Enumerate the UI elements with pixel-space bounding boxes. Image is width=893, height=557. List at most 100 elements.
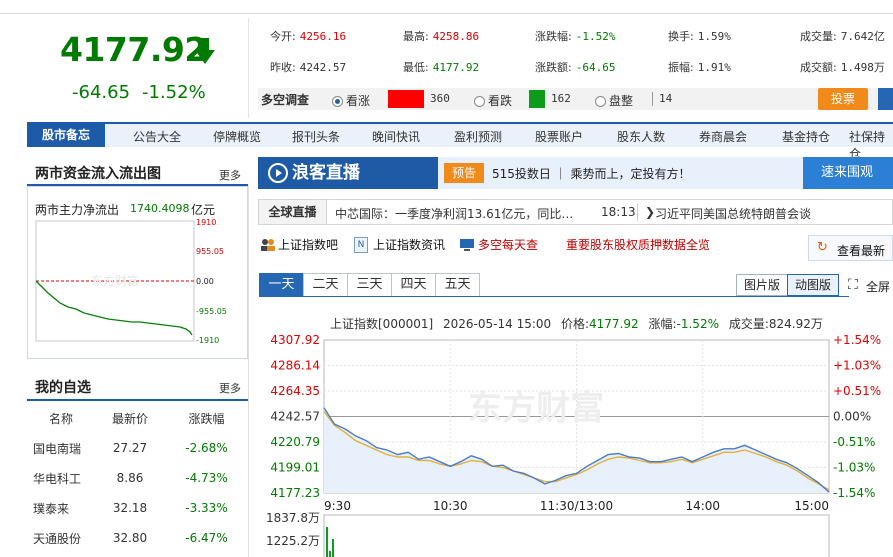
news-headline[interactable]: 中芯国际：一季度净利润13.61亿元，同比… [335, 205, 573, 222]
bear-bar [529, 90, 545, 108]
chart-vol-label: 成交量: [728, 317, 769, 331]
news-headline-2[interactable]: 习近平同美国总统特朗普会谈 [655, 205, 811, 222]
table-row[interactable]: 璞泰来 32.18 -3.33% [27, 493, 248, 523]
flow-label: 两市主力净流出 [35, 203, 120, 217]
fav-name[interactable]: 璞泰来 [27, 493, 95, 523]
fav-price: 32.80 [112, 531, 148, 545]
nav-title: 股市备忘 [27, 124, 105, 147]
down-arrow-icon [195, 38, 215, 64]
nav-item[interactable]: 股票账户 [535, 128, 583, 145]
nav-item[interactable]: 报刊头条 [292, 128, 340, 145]
y-tick-left: 4199.01 [270, 461, 320, 475]
live-logo-text: 浪客直播 [292, 163, 360, 183]
intraday-chart: 4307.92 +1.54% 4286.14 +1.03% 4264.35 +0.51% 4… [266, 333, 881, 557]
quote-field-value: -1.52% [575, 30, 616, 43]
y-tick-right: -1.03% [833, 461, 875, 475]
flow-tick-1: 955.05 [196, 247, 224, 256]
quote-field-label: 涨跌额: [535, 61, 572, 74]
fav-more-link[interactable]: 更多 [219, 380, 241, 396]
quote-field-label: 成交量: [800, 30, 837, 43]
live-cta[interactable]: 速来围观>> [803, 157, 893, 212]
quote-field: 最低: 4177.92 [403, 59, 479, 75]
y-tick-left: 4220.79 [270, 435, 320, 449]
flow-tick-2: 0.00 [196, 277, 214, 286]
bear-label: 看跌 [488, 94, 513, 108]
fav-body: 国电南瑞 27.27 -2.68% 华电科工 8.86 -4.73% 璞泰来 32.18 -3.… [27, 433, 248, 553]
radio-flat[interactable] [595, 96, 606, 107]
quote-field: 换手: 1.59% [668, 28, 731, 44]
volume-bar [332, 539, 334, 557]
tab-period[interactable]: 三天 [347, 273, 392, 297]
news-row: 全球直播 中芯国际：一季度净利润13.61亿元，同比… 18:13 ❯ 习近平同… [258, 199, 893, 225]
quote-field: 涨跌幅: -1.52% [535, 28, 615, 44]
y-tick-left: 4177.23 [270, 486, 320, 500]
fav-change: -4.73% [185, 471, 228, 485]
y-tick-right: -0.51% [833, 435, 875, 449]
vote-bear[interactable]: 看跌 [474, 92, 512, 109]
dyn-mode-button[interactable]: 动图版 [787, 274, 839, 296]
vote-bull[interactable]: 看涨 [332, 92, 370, 109]
nav-item[interactable]: 盈利预测 [454, 128, 502, 145]
quote-field: 昨收: 4242.57 [270, 59, 346, 75]
radio-bear[interactable] [474, 96, 485, 107]
live-banner[interactable]: 浪客直播 预告 515投数日 ｜ 乘势而上，定投有方！ 速来围观>> [258, 157, 893, 212]
nav-item[interactable]: 公告大全 [133, 128, 181, 145]
y-tick-left: 4264.35 [270, 384, 320, 398]
bull-count: 360 [430, 92, 450, 105]
quote-field: 振幅: 1.91% [668, 59, 731, 75]
fullscreen-icon[interactable]: ⛶ [848, 277, 858, 293]
fav-name[interactable]: 天通股份 [27, 523, 95, 553]
table-row[interactable]: 国电南瑞 27.27 -2.68% [27, 433, 248, 463]
tab-period[interactable]: 一天 [259, 273, 304, 297]
fullscreen-label[interactable]: 全屏 [866, 278, 890, 295]
chart-period-tabs: 一天 二天 三天 四天 五天 [259, 273, 480, 297]
vote-flat[interactable]: 盘整 [595, 92, 633, 109]
nav-item[interactable]: 晚间快讯 [372, 128, 420, 145]
index-change-pct: -1.52% [142, 82, 206, 103]
chart-chg-label: 涨幅: [648, 317, 677, 331]
live-logo: 浪客直播 [258, 157, 438, 189]
flow-panel: 两市主力净流出 1740.4098 亿元 东方财富 1910 955.05 0.… [27, 186, 248, 359]
live-tag: 预告 [444, 163, 484, 183]
link-news[interactable]: 上证指数资讯 [373, 236, 445, 253]
flow-tick-3: -955.05 [196, 307, 227, 316]
tab-period[interactable]: 五天 [435, 273, 480, 297]
fav-header-change: 涨跌幅 [188, 411, 225, 426]
fav-header-name: 名称 [48, 411, 73, 426]
vote-button[interactable]: 投票 [818, 88, 868, 110]
nav-item[interactable]: 基金持仓 [782, 128, 830, 145]
y-tick-right: +0.51% [833, 384, 881, 398]
chart-watermark: 东方财富 [468, 389, 604, 429]
link-daily[interactable]: 多空每天查 [478, 236, 538, 253]
fav-name[interactable]: 华电科工 [27, 463, 95, 493]
refresh-button[interactable]: ↻ 查看最新 [808, 235, 893, 261]
y-tick-left: 4286.14 [270, 359, 320, 373]
nav-item[interactable]: 股东人数 [617, 128, 665, 145]
links-row: 上证指数吧 N 上证指数资讯 多空每天查 重要股东股权质押数据全览 ↻ 查看最新 [258, 235, 893, 261]
pic-mode-button[interactable]: 图片版 [736, 274, 788, 296]
table-row[interactable]: 华电科工 8.86 -4.73% [27, 463, 248, 493]
tab-period[interactable]: 二天 [303, 273, 348, 297]
flow-more-link[interactable]: 更多 [219, 167, 241, 183]
flow-tick-4: -1910 [196, 336, 219, 345]
fav-header-price: 最新价 [111, 411, 148, 426]
chart-datetime: 2026-05-14 15:00 [443, 317, 552, 331]
nav-item[interactable]: 停牌概览 [213, 128, 261, 145]
link-bar[interactable]: 上证指数吧 [278, 236, 338, 253]
nav-item[interactable]: 券商晨会 [699, 128, 747, 145]
quote-grid: 今开: 4256.16 最高: 4258.86 涨跌幅: -1.52% 换手: 1.59% 成交… [270, 28, 893, 78]
chart-chg: -1.52% [676, 317, 719, 331]
live-play-icon [268, 163, 288, 183]
table-row[interactable]: 天通股份 32.80 -6.47% [27, 523, 248, 553]
flat-label: 盘整 [609, 94, 634, 108]
extra-button[interactable] [878, 88, 893, 110]
x-tick: 10:30 [433, 499, 468, 513]
volume-bar [329, 551, 331, 557]
link-pledge[interactable]: 重要股东股权质押数据全览 [566, 236, 710, 253]
fav-name[interactable]: 国电南瑞 [27, 433, 95, 463]
tab-period[interactable]: 四天 [391, 273, 436, 297]
quote-field-label: 昨收: [270, 61, 296, 74]
radio-bull[interactable] [332, 96, 343, 107]
divider [652, 92, 653, 106]
volume-bar [326, 527, 328, 557]
